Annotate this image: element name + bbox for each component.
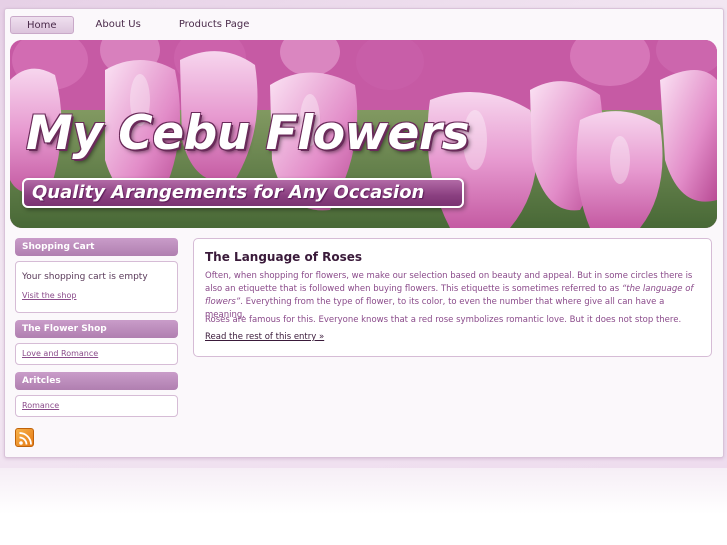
post-paragraph-1-text: Often, when shopping for flowers, we mak… — [205, 271, 693, 294]
rss-feed-icon[interactable] — [15, 428, 34, 447]
post-paragraph-2: Roses are famous for this. Everyone know… — [205, 315, 682, 325]
nav-tab-home[interactable]: Home — [10, 16, 74, 34]
header-banner: My Cebu Flowers Quality Arangements for … — [10, 40, 717, 228]
articles-heading: Aritcles — [15, 372, 178, 390]
cart-status-text: Your shopping cart is empty — [22, 272, 148, 282]
rss-glyph-icon — [19, 432, 32, 445]
visit-shop-link[interactable]: Visit the shop — [22, 291, 76, 300]
articles-box: Romance — [15, 395, 178, 417]
site-title: My Cebu Flowers — [26, 106, 470, 161]
love-and-romance-link[interactable]: Love and Romance — [22, 349, 98, 358]
flower-shop-heading: The Flower Shop — [15, 320, 178, 338]
flower-shop-box: Love and Romance — [15, 343, 178, 365]
nav-tab-products-page[interactable]: Products Page — [163, 16, 266, 34]
romance-link[interactable]: Romance — [22, 401, 59, 410]
post-title[interactable]: The Language of Roses — [205, 250, 362, 264]
main-nav: Home About Us Products Page — [10, 16, 271, 36]
blog-post: The Language of Roses Often, when shoppi… — [193, 238, 712, 357]
site-tagline: Quality Arangements for Any Occasion — [32, 182, 425, 203]
shopping-cart-heading: Shopping Cart — [15, 238, 178, 256]
page-background-lower — [0, 468, 727, 545]
nav-tab-about-us[interactable]: About Us — [80, 16, 157, 34]
shopping-cart-box: Your shopping cart is empty Visit the sh… — [15, 261, 178, 313]
read-more-link[interactable]: Read the rest of this entry » — [205, 332, 324, 342]
